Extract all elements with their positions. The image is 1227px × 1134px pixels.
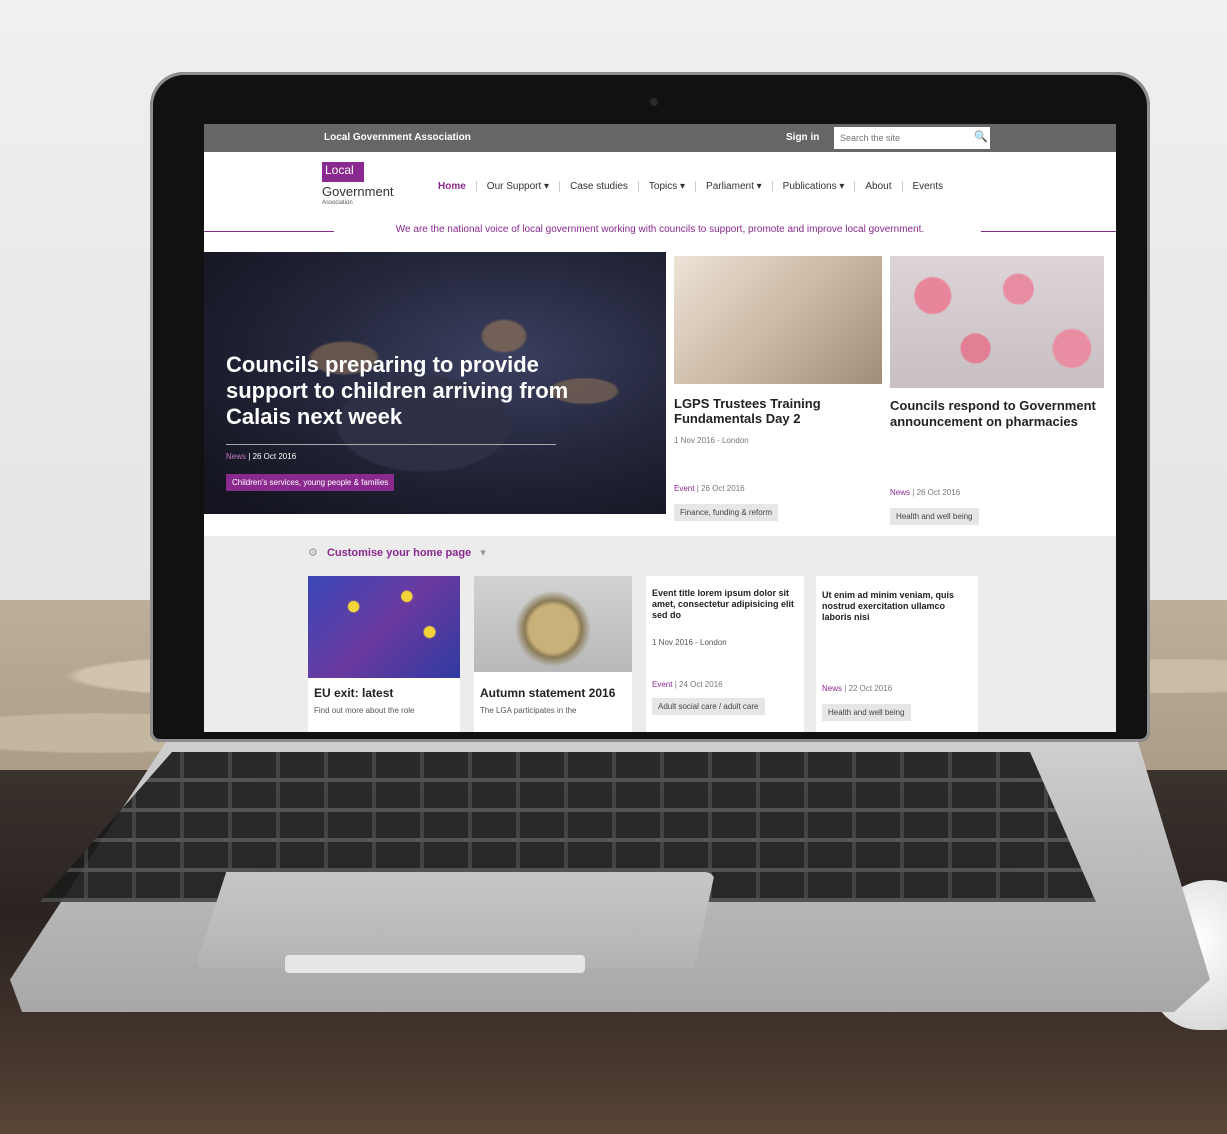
card-tag[interactable]: Health and well being [890,508,979,525]
mini-card-image [308,576,460,678]
mini-card-date: 24 Oct 2016 [679,680,723,689]
nav-events[interactable]: Events [903,181,954,192]
mini-card-news[interactable]: Ut enim ad minim veniam, quis nostrud ex… [816,576,978,732]
customise-label: Customise your home page [326,547,472,559]
hero-tag[interactable]: Children's services, young people & fami… [226,474,395,491]
search-icon[interactable]: 🔍 [974,130,988,144]
nav-about[interactable]: About [855,180,903,192]
lid-notch [285,955,585,973]
mini-card-sub: Find out more about the role [314,706,415,715]
card-meta: News | 26 Oct 2016 [890,488,961,497]
mini-card-type: Event [652,680,673,689]
hero-headline[interactable]: Councils preparing to provide support to… [226,352,626,430]
mini-card-tag[interactable]: Health and well being [822,704,911,721]
trackpad [195,872,715,968]
card-type: Event [674,484,695,493]
mini-card-event[interactable]: Event title lorem ipsum dolor sit amet, … [646,576,804,732]
mini-card-title[interactable]: Ut enim ad minim veniam, quis nostrud ex… [822,590,972,623]
card-date: 26 Oct 2016 [701,484,745,493]
hero-meta: News | 26 Oct 2016 [226,452,297,461]
card-title[interactable]: Councils respond to Government announcem… [890,398,1100,430]
mini-card-eu-exit[interactable]: EU exit: latest Find out more about the … [308,576,460,732]
hero-divider [226,444,556,445]
gear-icon: ⚙ [308,547,318,559]
chevron-down-icon: ▾ [480,547,486,559]
mini-card-tag[interactable]: Adult social care / adult care [652,698,765,715]
card-type: News [890,488,911,497]
card-meta: Event | 26 Oct 2016 [674,484,745,493]
mini-card-autumn-statement[interactable]: Autumn statement 2016 The LGA participat… [474,576,632,732]
card-date: 26 Oct 2016 [916,488,961,497]
lga-logo[interactable]: Local Government Association [322,162,412,210]
mini-card-date: 22 Oct 2016 [848,684,893,693]
main-nav: Home Our Support ▾ Case studies Topics ▾… [428,176,953,196]
hero-type: News [226,452,247,461]
sign-in-link[interactable]: Sign in [786,132,819,143]
nav-our-support[interactable]: Our Support ▾ [477,180,561,192]
mini-card-meta: Event | 24 Oct 2016 [652,680,723,689]
camera [650,98,658,106]
logo-association: Association [322,200,353,206]
hero-story[interactable]: Councils preparing to provide support to… [204,252,666,514]
nav-topics[interactable]: Topics ▾ [639,180,697,192]
mini-card-image [474,576,632,672]
logo-local: Local [322,162,364,182]
card-title[interactable]: LGPS Trustees Training Fundamentals Day … [674,396,874,426]
nav-case-studies[interactable]: Case studies [560,180,639,192]
mini-card-title[interactable]: Autumn statement 2016 [480,686,615,700]
mini-card-title[interactable]: Event title lorem ipsum dolor sit amet, … [652,588,800,621]
search-input[interactable] [834,127,990,149]
hero-date: 26 Oct 2016 [252,452,297,461]
mini-card-title[interactable]: EU exit: latest [314,686,393,700]
logo-government: Government [322,184,394,199]
tagline: We are the national voice of local gover… [204,224,1116,238]
nav-home[interactable]: Home [428,180,477,192]
nav-parliament[interactable]: Parliament ▾ [696,180,773,192]
mini-card-type: News [822,684,843,693]
customised-section: ⚙ Customise your home page ▾ EU exit: la… [204,536,1116,732]
top-bar: Local Government Association Sign in 🔍 [204,124,1116,152]
nav-publications[interactable]: Publications ▾ [773,180,856,192]
mini-card-sub: 1 Nov 2016 - London [652,638,727,647]
mini-card-meta: News | 22 Oct 2016 [822,684,893,693]
card-image [890,256,1104,388]
card-tag[interactable]: Finance, funding & reform [674,504,779,521]
org-name: Local Government Association [324,132,471,143]
card-image [674,256,882,384]
card-sub: 1 Nov 2016 - London [674,436,749,445]
mini-card-sub: The LGA participates in the [480,706,577,715]
customise-toggle[interactable]: ⚙ Customise your home page ▾ [308,546,486,559]
card-lgps-training[interactable]: LGPS Trustees Training Fundamentals Day … [674,256,882,521]
website-screen: Local Government Association Sign in 🔍 L… [204,124,1116,732]
card-pharmacies[interactable]: Councils respond to Government announcem… [890,256,1104,525]
